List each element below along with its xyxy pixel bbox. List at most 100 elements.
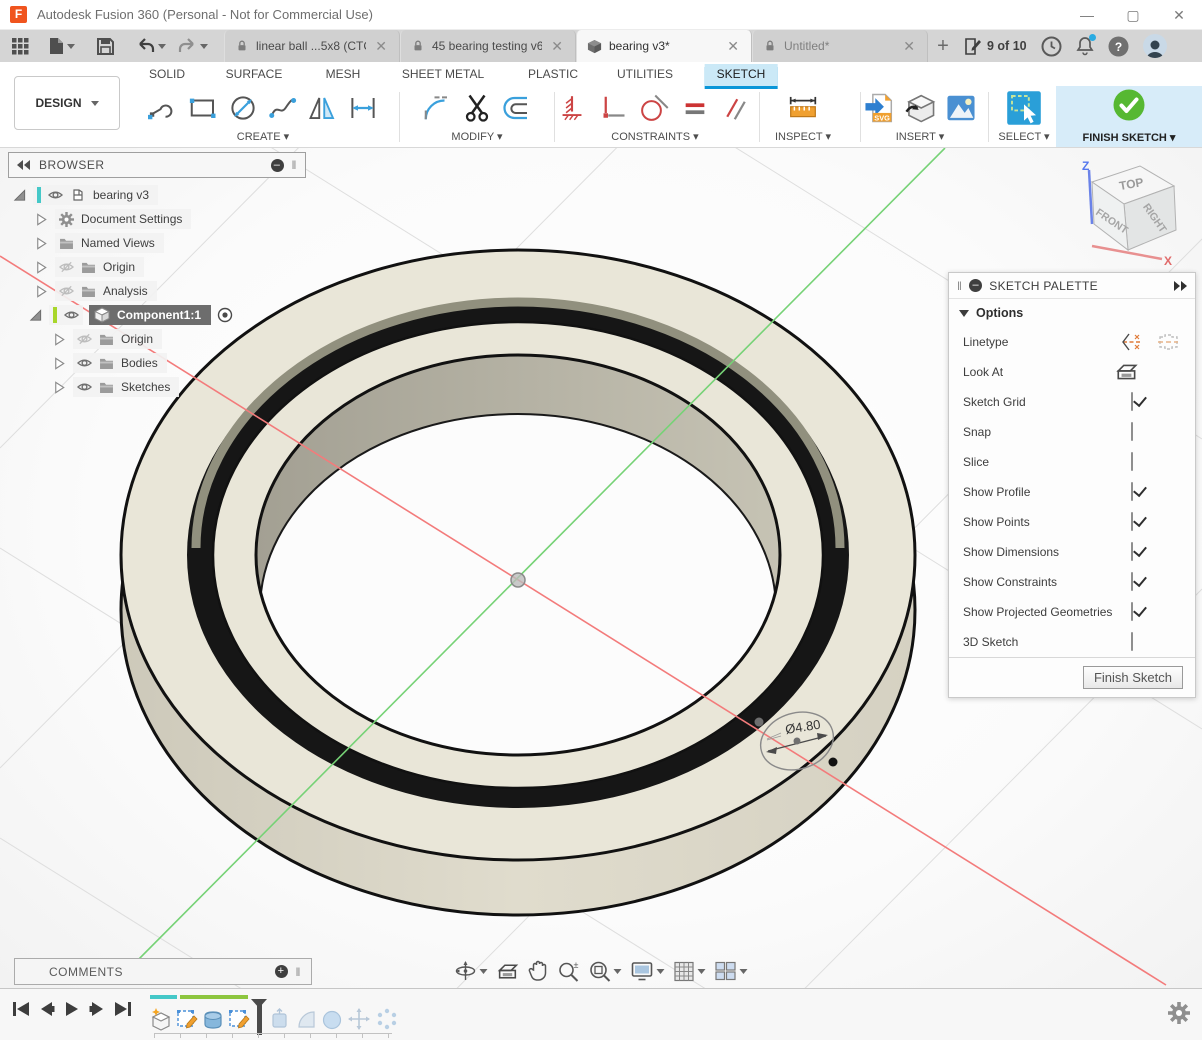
- redo-button[interactable]: [172, 30, 214, 62]
- collapse-triangle-icon[interactable]: [34, 284, 49, 299]
- tree-row-origin[interactable]: Origin: [34, 258, 306, 276]
- origin-point[interactable]: [511, 573, 525, 587]
- tree-row-document-settings[interactable]: Document Settings: [34, 210, 306, 228]
- measure-tool-icon[interactable]: [787, 93, 819, 123]
- equal-constraint-icon[interactable]: [681, 93, 709, 123]
- look-at-icon[interactable]: [1115, 362, 1139, 382]
- timeline-suppressed-pattern-feature[interactable]: [375, 1007, 399, 1031]
- visibility-eye-icon[interactable]: [77, 381, 92, 393]
- activate-component-radio[interactable]: [217, 307, 233, 323]
- close-tab-icon[interactable]: ✕: [901, 38, 917, 55]
- spline-tool-icon[interactable]: [268, 93, 298, 123]
- panel-grip[interactable]: ‖: [296, 965, 301, 979]
- timeline-suppressed-move-feature[interactable]: [347, 1007, 371, 1031]
- 3d-viewport[interactable]: Ø4.80 TOP FRONT RIGHT Z X: [0, 148, 1202, 988]
- fit-tool[interactable]: [589, 960, 622, 982]
- workspace-selector[interactable]: DESIGN: [14, 76, 120, 130]
- visibility-eye-icon[interactable]: [77, 357, 92, 369]
- go-to-start-button[interactable]: [12, 1001, 30, 1017]
- rectangle-tool-icon[interactable]: [188, 93, 218, 123]
- tree-row-named-views[interactable]: Named Views: [34, 234, 306, 252]
- show-dimensions-checkbox[interactable]: [1131, 542, 1133, 561]
- zoom-tool[interactable]: ±: [558, 960, 580, 982]
- go-to-end-button[interactable]: [114, 1001, 132, 1017]
- panel-minimize-icon[interactable]: –: [969, 279, 982, 292]
- parallel-constraint-icon[interactable]: [721, 93, 751, 123]
- visibility-off-eye-icon[interactable]: [59, 285, 74, 297]
- save-button[interactable]: [91, 30, 120, 62]
- insert-mesh-icon[interactable]: [904, 92, 936, 124]
- insert-dropdown[interactable]: INSERT ▾: [896, 130, 945, 146]
- collapse-triangle-icon[interactable]: [52, 356, 67, 371]
- panel-grip[interactable]: ‖: [957, 279, 962, 293]
- trim-tool-icon[interactable]: [462, 93, 492, 123]
- collapse-triangle-icon[interactable]: [52, 380, 67, 395]
- document-tab[interactable]: linear ball ...5x8 (CTC) v2 ✕: [224, 30, 400, 62]
- show-projected-geometries-checkbox[interactable]: [1131, 602, 1133, 621]
- tree-row-component[interactable]: Component1:1: [28, 306, 306, 324]
- tree-row-bodies[interactable]: Bodies: [52, 354, 306, 372]
- close-tab-icon[interactable]: ✕: [549, 38, 565, 55]
- modify-dropdown[interactable]: MODIFY ▾: [451, 130, 502, 146]
- circle-tool-icon[interactable]: [228, 93, 258, 123]
- expand-triangle-icon[interactable]: [28, 308, 43, 323]
- finish-sketch-button[interactable]: FINISH SKETCH ▾: [1056, 86, 1202, 147]
- panel-minimize-icon[interactable]: –: [271, 159, 284, 172]
- snap-checkbox[interactable]: [1131, 422, 1133, 441]
- maximize-button[interactable]: ▢: [1110, 0, 1156, 30]
- browser-header[interactable]: BROWSER – ‖: [8, 152, 306, 178]
- timeline-sketch-feature[interactable]: [228, 1007, 250, 1031]
- document-tab[interactable]: bearing v3* ✕: [576, 30, 752, 62]
- canvas-image-icon[interactable]: [945, 92, 977, 124]
- notifications-clock-icon[interactable]: [1041, 36, 1062, 57]
- expand-triangle-icon[interactable]: [12, 188, 27, 203]
- collapse-triangle-icon[interactable]: [52, 332, 67, 347]
- document-tab[interactable]: 45 bearing testing v6* ✕: [400, 30, 576, 62]
- panel-grip[interactable]: ‖: [292, 158, 297, 172]
- ribbon-tab-mesh[interactable]: MESH: [314, 64, 373, 86]
- user-avatar[interactable]: [1143, 34, 1167, 58]
- ribbon-tab-solid[interactable]: SOLID: [137, 64, 197, 86]
- construction-linetype-icon[interactable]: [1119, 331, 1145, 353]
- finish-sketch-palette-button[interactable]: Finish Sketch: [1083, 666, 1183, 689]
- constraints-dropdown[interactable]: CONSTRAINTS ▾: [611, 130, 698, 146]
- visibility-off-eye-icon[interactable]: [59, 261, 74, 273]
- timeline-suppressed-extrude-feature[interactable]: [269, 1007, 291, 1031]
- tree-row-analysis[interactable]: Analysis: [34, 282, 306, 300]
- new-tab-button[interactable]: +: [928, 30, 958, 62]
- grid-display-tool[interactable]: [674, 961, 706, 982]
- timeline-extrude-feature[interactable]: [202, 1007, 224, 1031]
- document-tab[interactable]: Untitled* ✕: [752, 30, 928, 62]
- ribbon-tab-surface[interactable]: SURFACE: [214, 64, 295, 86]
- orbit-tool[interactable]: [455, 960, 488, 982]
- add-comment-icon[interactable]: +: [275, 965, 288, 978]
- collapse-triangle-icon[interactable]: [34, 236, 49, 251]
- timeline-suppressed-fillet-feature[interactable]: [295, 1007, 317, 1031]
- show-constraints-checkbox[interactable]: [1131, 572, 1133, 591]
- timeline-suppressed-sphere-feature[interactable]: [321, 1007, 343, 1031]
- comments-bar[interactable]: COMMENTS + ‖: [14, 958, 312, 985]
- create-dropdown[interactable]: CREATE ▾: [237, 130, 289, 146]
- collapse-panel-icon[interactable]: [17, 160, 31, 170]
- show-points-checkbox[interactable]: [1131, 512, 1133, 531]
- insert-svg-icon[interactable]: SVG: [863, 92, 895, 124]
- select-tool-icon[interactable]: [1006, 90, 1042, 126]
- tree-row-component-origin[interactable]: Origin: [52, 330, 306, 348]
- notifications-bell-icon[interactable]: [1076, 36, 1094, 56]
- play-button[interactable]: [64, 1001, 80, 1017]
- undo-caret-icon[interactable]: [158, 44, 166, 49]
- ribbon-tab-sketch[interactable]: SKETCH: [705, 64, 778, 86]
- pan-tool[interactable]: [529, 960, 549, 982]
- tree-row-sketches[interactable]: Sketches: [52, 378, 306, 396]
- visibility-eye-icon[interactable]: [64, 309, 79, 321]
- ribbon-tab-sheet-metal[interactable]: SHEET METAL: [390, 64, 496, 86]
- offset-tool-icon[interactable]: [502, 93, 532, 123]
- fix-constraint-icon[interactable]: [559, 93, 585, 123]
- viewports-tool[interactable]: [715, 961, 748, 981]
- inspect-dropdown[interactable]: INSPECT ▾: [775, 130, 831, 146]
- tree-row-root[interactable]: bearing v3: [12, 186, 306, 204]
- sketch-dimension-tool-icon[interactable]: [348, 93, 378, 123]
- centerline-linetype-icon[interactable]: [1155, 331, 1181, 353]
- collapse-triangle-icon[interactable]: [34, 260, 49, 275]
- tangent-constraint-icon[interactable]: [639, 93, 669, 123]
